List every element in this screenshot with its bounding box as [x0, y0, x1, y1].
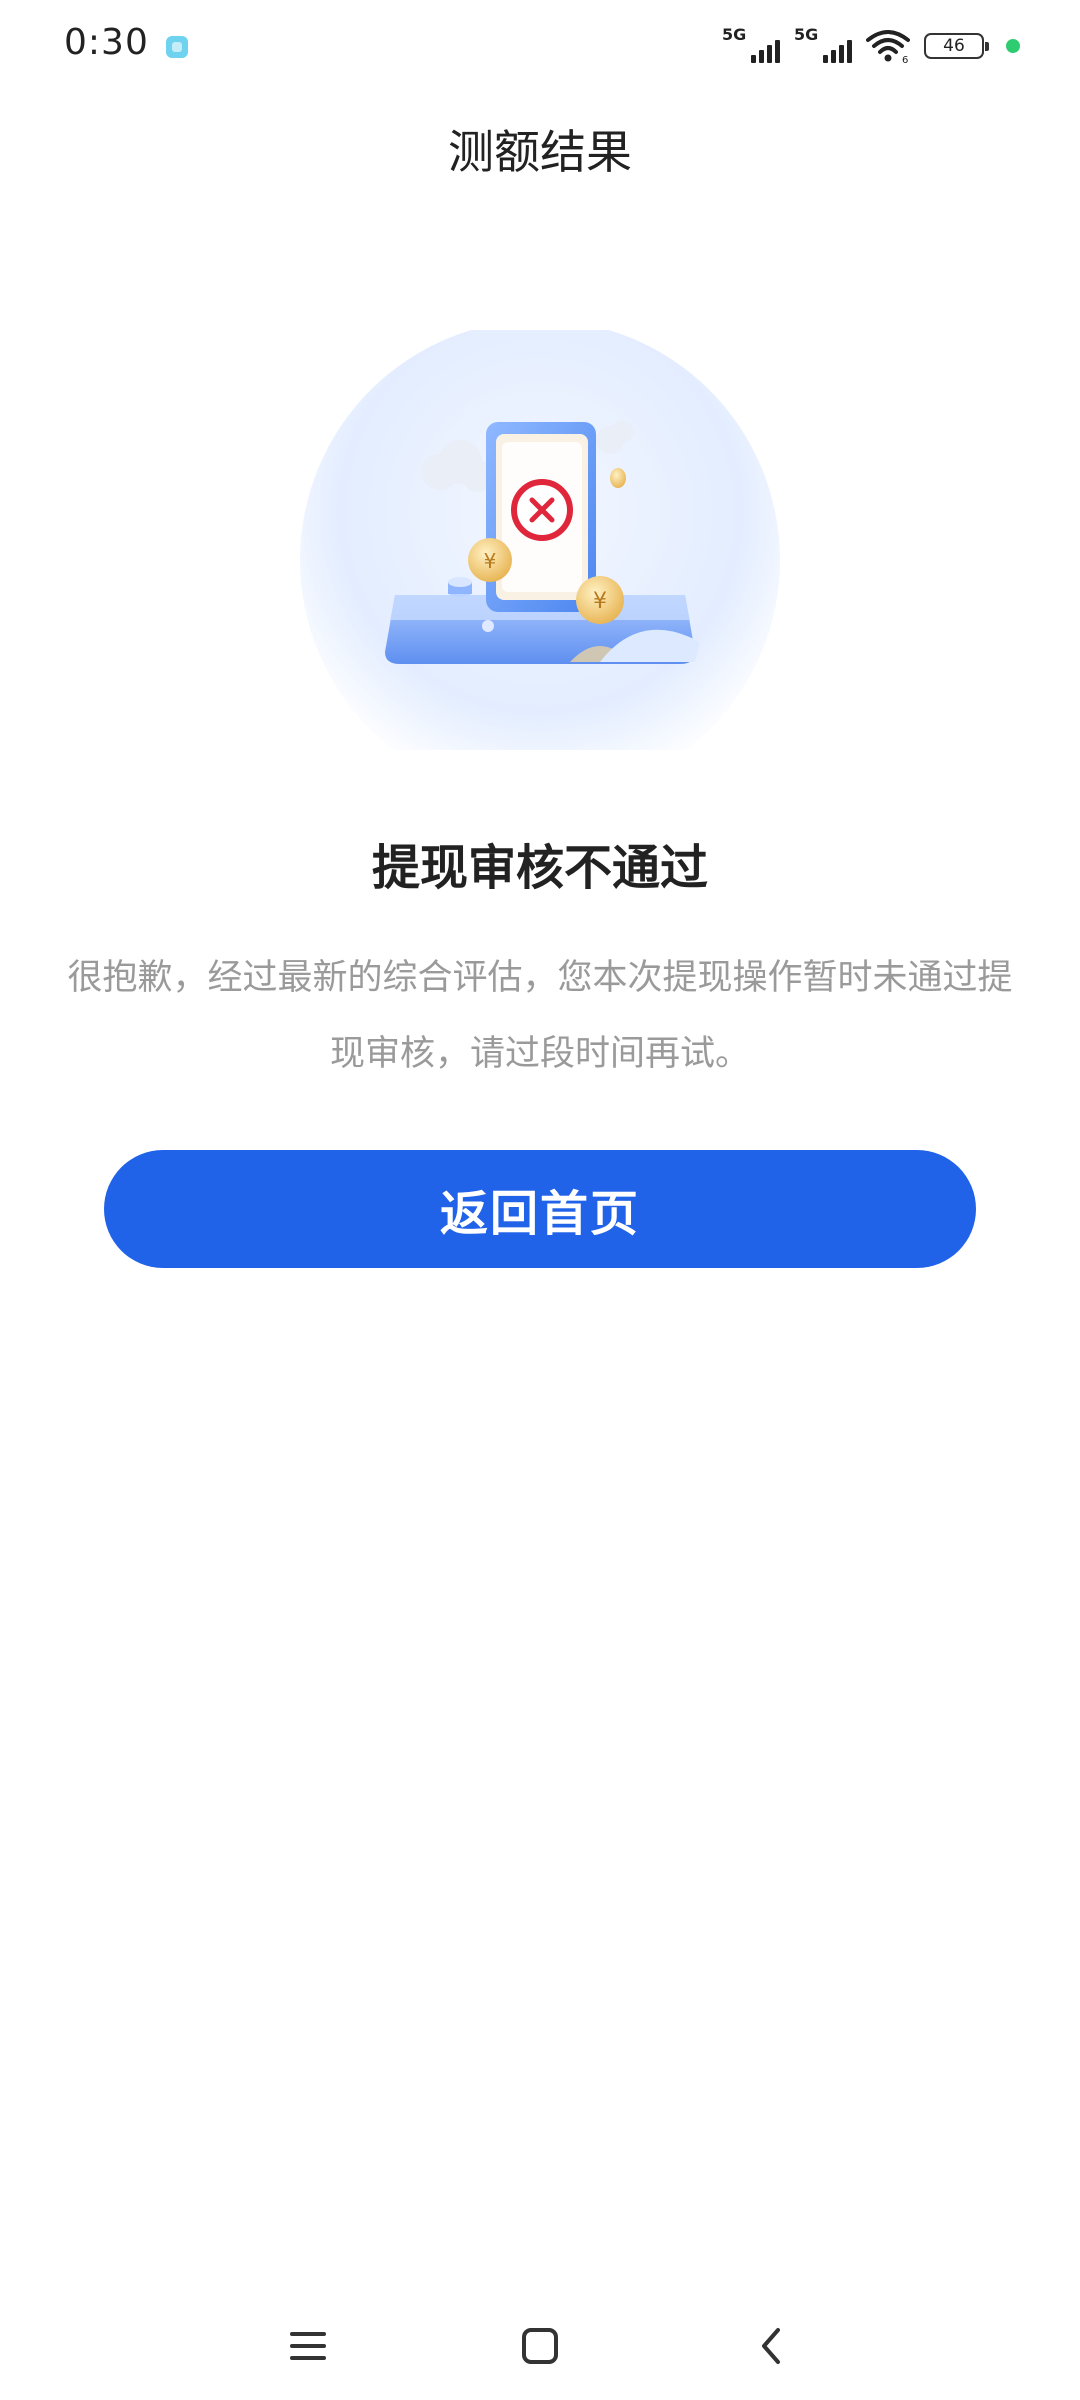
result-description: 很抱歉，经过最新的综合评估，您本次提现操作暂时未通过提现审核，请过段时间再试。 — [67, 958, 1013, 1074]
page-title: 测额结果 — [448, 125, 632, 179]
screen: 0:30 5G 5G 6 46 测额结果 ¥ ¥ 提现审核不通过 很抱歉，经过最… — [0, 0, 1080, 2400]
home-square-icon[interactable] — [510, 2316, 570, 2376]
svg-text:¥: ¥ — [593, 589, 607, 614]
green-dot-icon — [1006, 39, 1020, 53]
wifi-icon: 6 — [866, 30, 910, 64]
status-time: 0:30 — [64, 22, 149, 63]
wifi-sub-label: 6 — [902, 55, 908, 64]
return-home-button[interactable]: 返回首页 — [104, 1150, 976, 1268]
rejected-phone-illustration: ¥ ¥ — [300, 330, 780, 750]
battery-icon: 46 — [924, 33, 989, 59]
status-bar: 0:30 5G 5G 6 46 — [0, 0, 1080, 96]
result-title: 提现审核不通过 — [371, 840, 708, 896]
signal-2-label: 5G — [794, 25, 819, 44]
navigation-bar — [0, 2300, 1080, 2400]
signal-2-icon: 5G — [794, 25, 852, 65]
menu-icon[interactable] — [278, 2316, 338, 2376]
signal-1-label: 5G — [722, 25, 747, 44]
battery-level: 46 — [943, 36, 965, 56]
status-icons: 5G 5G 6 46 — [722, 25, 1020, 66]
app-notification-icon — [166, 36, 188, 58]
signal-1-icon: 5G — [722, 25, 780, 65]
svg-text:¥: ¥ — [484, 549, 497, 573]
return-home-label: 返回首页 — [439, 1186, 640, 1242]
back-chevron-icon[interactable] — [742, 2316, 802, 2376]
